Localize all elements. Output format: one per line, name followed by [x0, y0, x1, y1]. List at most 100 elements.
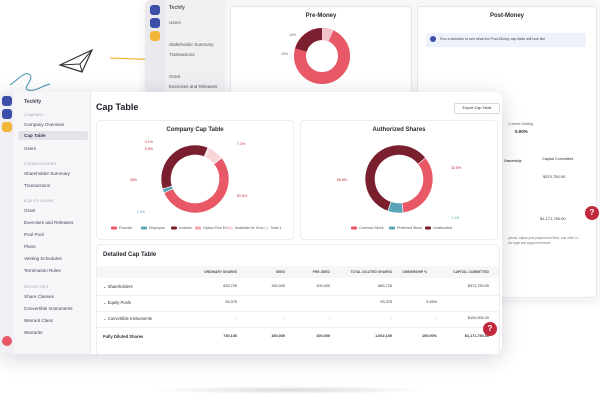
sidebar-item-exercises[interactable]: Exercises and Releases — [24, 220, 73, 225]
bg-value: $1,171,750.00 — [540, 216, 566, 221]
sidebar-item-warrant-class[interactable]: Warrant Class — [24, 318, 53, 323]
column-header: OWNERSHIP % — [402, 270, 427, 274]
legend-swatch — [425, 226, 431, 230]
sidebar-item-company-overview[interactable]: Company Overview — [24, 122, 64, 127]
row-label: Convertible Instruments — [107, 316, 152, 321]
folder-icon[interactable] — [2, 122, 12, 132]
home-icon[interactable] — [150, 5, 160, 15]
sidebar-item-termination[interactable]: Termination Rules — [24, 268, 61, 273]
total-cell: 150,000 — [271, 334, 285, 338]
bg-pre-money-donut — [294, 28, 350, 84]
legend-entry[interactable]: Employee — [149, 226, 165, 230]
detailed-cap-table-card: Detailed Cap Table ORDINARY SHARES SEED … — [96, 244, 500, 354]
grid-icon[interactable] — [150, 18, 160, 28]
table-cell: 9.45% — [426, 300, 437, 304]
row-label: Equity Pools — [107, 300, 131, 305]
sidebar-item-cap-table[interactable]: Cap Table — [24, 133, 46, 138]
donut-slice[interactable] — [160, 144, 209, 190]
bg-info-banner: Run a scenario to see what the Post-Mone… — [426, 33, 586, 47]
sidebar-item-warrants[interactable]: Warrants — [24, 330, 42, 335]
table-cell: 150,000 — [271, 284, 285, 288]
legend-entry[interactable]: Investor — [179, 226, 193, 230]
legend-entry[interactable]: Founder — [119, 226, 133, 230]
table-row[interactable]: ⌄ Equity Pools — [103, 300, 131, 305]
column-header: TOTAL DILUTED SHARES — [350, 270, 392, 274]
help-button[interactable]: ? — [483, 322, 497, 336]
section-header: COMPANY — [24, 113, 45, 117]
home-icon[interactable] — [2, 96, 12, 106]
folder-icon[interactable] — [150, 31, 160, 41]
bg-item-stakeholder[interactable]: Stakeholder Summary — [169, 42, 214, 47]
sidebar-item-grant[interactable]: Grant — [24, 208, 36, 213]
table-cell: - — [328, 316, 330, 320]
legend-swatch — [195, 226, 201, 230]
main-content: Cap Table Export Cap Table Company Cap T… — [90, 92, 502, 354]
company-cap-table-card: Company Cap Table 0.1% 0.5% 7.3% 35% 52.6% 1.… — [96, 120, 294, 240]
legend-entry[interactable]: Note 1 — [271, 226, 282, 230]
table-cell: 633,725 — [223, 284, 237, 288]
data-label: 7.1% — [451, 216, 460, 220]
donut-slice[interactable] — [401, 157, 434, 214]
sidebar-item-shareholder-summary[interactable]: Shareholder Summary — [24, 171, 70, 176]
bg-ownership-col: Ownership — [504, 159, 522, 163]
column-header: PRE-SEED — [312, 270, 330, 274]
row-label: Shareholders — [107, 284, 133, 289]
sidebar-item-vesting[interactable]: Vesting Schedules — [24, 256, 62, 261]
authorized-shares-card: Authorized Shares 32.5% 56.8% 7.1% Common S… — [300, 120, 498, 240]
help-button[interactable]: ? — [585, 206, 599, 220]
page-title: Cap Table — [96, 102, 139, 112]
total-cell: 1,002,100 — [375, 334, 392, 338]
table-cell: 883,725 — [378, 284, 392, 288]
legend-swatch — [227, 226, 233, 230]
data-label: 0.1% — [145, 140, 154, 144]
sidebar-item-pool[interactable]: Pool Pool — [24, 232, 44, 237]
table-row[interactable]: ⌄ Shareholders — [103, 284, 133, 289]
legend-entry[interactable]: Preferred Stock — [397, 226, 422, 230]
total-row-label: Fully Diluted Shares — [103, 334, 144, 339]
section-header: STAKEHOLDERS — [24, 162, 57, 166]
data-label: 7.3% — [237, 142, 246, 146]
table-cell: - — [283, 316, 285, 320]
table-cell: 100,000 — [316, 284, 330, 288]
legend-entry[interactable]: Common Stock — [359, 226, 384, 230]
bg-pre-money-label: 10% — [281, 52, 289, 56]
legend-entry[interactable]: Option Pool Ext — [203, 226, 228, 230]
bg-item-exercises[interactable]: Exercises and Releases — [169, 84, 217, 89]
export-button[interactable]: Export Cap Table — [454, 103, 500, 114]
total-cell: $1,171,750.00 — [464, 334, 489, 338]
sidebar-item-transactions[interactable]: Transactions — [24, 183, 50, 188]
legend-entry[interactable]: Unallocated — [433, 226, 452, 230]
table-cell: - — [235, 316, 237, 320]
row-divider — [97, 327, 499, 328]
window-shadow — [150, 386, 430, 394]
column-header: SEED — [275, 270, 285, 274]
icon-rail — [0, 92, 14, 354]
bg-info-text: Run a scenario to see what the Post-Mone… — [440, 37, 546, 41]
section-header: EQUITY PLANS — [24, 199, 54, 203]
legend-swatch — [111, 226, 117, 230]
section-header: SECURITIES — [24, 285, 49, 289]
bg-footnote: ...ptions, adjust your payment method, a… — [506, 236, 581, 245]
table-title: Detailed Cap Table — [103, 252, 157, 258]
row-divider — [97, 295, 499, 296]
table-row[interactable]: ⌄ Convertible Instruments — [103, 316, 152, 321]
company-name: Techify — [24, 99, 42, 105]
bg-item-users[interactable]: Users — [169, 20, 181, 25]
main-window: Techify COMPANY Company Overview Cap Tab… — [0, 92, 502, 354]
legend-entry[interactable]: Available for Grant — [235, 226, 265, 230]
bg-item-transactions[interactable]: Transactions — [169, 52, 195, 57]
sidebar-item-convertibles[interactable]: Convertible Instruments — [24, 306, 73, 311]
bg-capital-col: Capital Committed — [542, 157, 574, 161]
grid-icon[interactable] — [2, 109, 12, 119]
bg-pre-money-label: 10% — [289, 33, 297, 37]
table-cell: - — [390, 316, 392, 320]
bg-item-grant[interactable]: Grant — [169, 74, 180, 79]
avatar[interactable] — [2, 336, 12, 346]
sidebar-item-users[interactable]: Users — [24, 146, 36, 151]
data-label: 0.5% — [145, 147, 154, 151]
bg-value: $370,750.00 — [543, 174, 566, 179]
table-cell: $100,000.00 — [467, 316, 489, 320]
sidebar-item-share-classes[interactable]: Share Classes — [24, 294, 54, 299]
data-label: 32.5% — [451, 166, 462, 170]
sidebar-item-plans[interactable]: Plans — [24, 244, 36, 249]
